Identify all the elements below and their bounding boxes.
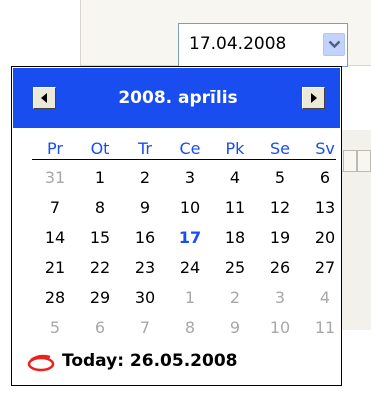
day-cell-other-month[interactable]: 11: [305, 316, 345, 340]
day-cell[interactable]: 18: [215, 226, 255, 250]
weekday-label: Sv: [315, 139, 335, 158]
weekday-label: Se: [270, 139, 290, 158]
weekday-header-row: Pr Ot Tr Ce Pk Se Sv: [13, 139, 340, 159]
day-cell-other-month[interactable]: 1: [170, 286, 210, 310]
day-cell[interactable]: 13: [305, 196, 345, 220]
day-cell-other-month[interactable]: 5: [35, 316, 75, 340]
calendar-header: 2008. aprīlis: [13, 68, 340, 128]
weekday-divider: [32, 159, 336, 160]
prev-month-button[interactable]: [33, 87, 56, 109]
day-cell[interactable]: 23: [125, 256, 165, 280]
today-link[interactable]: Today: 26.05.2008: [26, 351, 336, 375]
day-cell-other-month[interactable]: 7: [125, 316, 165, 340]
day-cell[interactable]: 28: [35, 286, 75, 310]
day-cell-other-month[interactable]: 8: [170, 316, 210, 340]
day-cell[interactable]: 8: [80, 196, 120, 220]
next-month-button[interactable]: [302, 87, 325, 109]
day-cell[interactable]: 9: [125, 196, 165, 220]
day-cell[interactable]: 12: [260, 196, 300, 220]
day-cell[interactable]: 26: [260, 256, 300, 280]
background-tab: [343, 150, 357, 172]
triangle-right-icon: [311, 93, 317, 103]
weekday-label: Ot: [90, 139, 110, 158]
day-cell-other-month[interactable]: 10: [260, 316, 300, 340]
weekday-label: Tr: [138, 139, 152, 158]
day-cell[interactable]: 15: [80, 226, 120, 250]
day-cell-other-month[interactable]: 2: [215, 286, 255, 310]
day-cell[interactable]: 20: [305, 226, 345, 250]
weekday-label: Ce: [179, 139, 201, 158]
today-marker-icon: [27, 354, 55, 372]
day-cell-other-month[interactable]: 31: [35, 166, 75, 190]
dropdown-button[interactable]: [323, 33, 345, 56]
day-cell[interactable]: 16: [125, 226, 165, 250]
triangle-left-icon: [41, 93, 47, 103]
day-cell[interactable]: 5: [260, 166, 300, 190]
day-cell[interactable]: 22: [80, 256, 120, 280]
day-cell[interactable]: 14: [35, 226, 75, 250]
day-cell[interactable]: 1: [80, 166, 120, 190]
day-grid: 31 1 2 3 4 5 6 7 8 9 10 11 12 13 14 15 16 17 18 19 20 21 22 23 2…: [13, 166, 340, 346]
day-cell[interactable]: 7: [35, 196, 75, 220]
day-cell[interactable]: 10: [170, 196, 210, 220]
day-cell[interactable]: 4: [215, 166, 255, 190]
background-tab: [357, 150, 371, 172]
weekday-label: Pr: [47, 139, 63, 158]
day-cell[interactable]: 27: [305, 256, 345, 280]
day-cell[interactable]: 30: [125, 286, 165, 310]
day-cell[interactable]: 19: [260, 226, 300, 250]
day-cell[interactable]: 25: [215, 256, 255, 280]
day-cell[interactable]: 21: [35, 256, 75, 280]
day-cell[interactable]: 29: [80, 286, 120, 310]
day-cell-selected[interactable]: 17: [170, 226, 210, 250]
day-cell-other-month[interactable]: 6: [80, 316, 120, 340]
today-label: Today: 26.05.2008: [62, 351, 238, 371]
day-cell[interactable]: 24: [170, 256, 210, 280]
calendar-popup: 2008. aprīlis Pr Ot Tr Ce Pk Se Sv 31 1 2 3…: [11, 66, 342, 386]
chevron-down-icon: [328, 40, 341, 49]
weekday-label: Pk: [225, 139, 245, 158]
day-cell[interactable]: 6: [305, 166, 345, 190]
day-cell[interactable]: 11: [215, 196, 255, 220]
calendar-month-title: 2008. aprīlis: [118, 88, 238, 108]
day-cell[interactable]: 3: [170, 166, 210, 190]
day-cell[interactable]: 2: [125, 166, 165, 190]
day-cell-other-month[interactable]: 9: [215, 316, 255, 340]
date-field[interactable]: 17.04.2008: [178, 23, 348, 67]
day-cell-other-month[interactable]: 3: [260, 286, 300, 310]
date-field-value[interactable]: 17.04.2008: [189, 34, 286, 54]
day-cell-other-month[interactable]: 4: [305, 286, 345, 310]
